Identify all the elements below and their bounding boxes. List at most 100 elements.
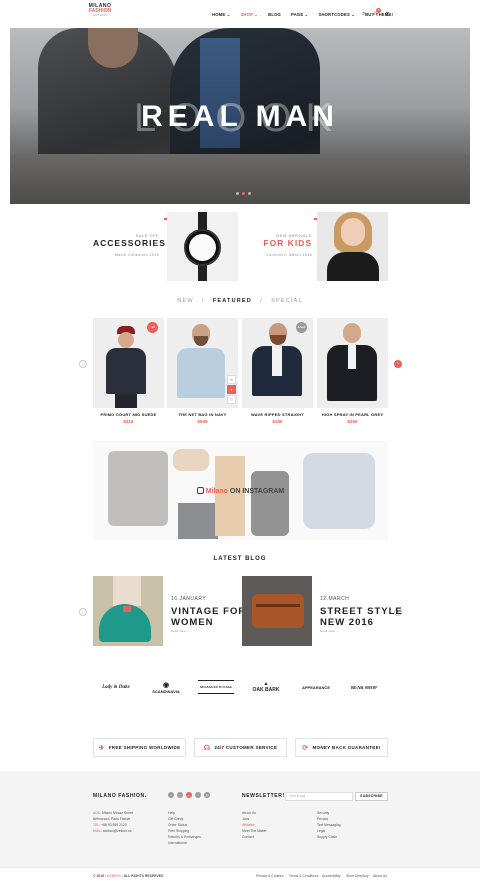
- brand-logo[interactable]: MI CASA ES TU CASA: [198, 680, 234, 694]
- blog-post-title-line: STREET STYLE: [320, 606, 403, 617]
- bottom-link[interactable]: About Us: [373, 874, 387, 878]
- product-name[interactable]: THE NET BAG IN NAVY: [167, 412, 238, 417]
- instagram-brand: Milano: [205, 488, 228, 495]
- product-name[interactable]: WAVE RIPPED STRAIGHT: [242, 412, 313, 417]
- instagram-label[interactable]: Milano ON INSTAGRAM: [93, 487, 388, 495]
- pinterest-icon[interactable]: p: [186, 792, 192, 798]
- slider-dot[interactable]: [248, 192, 251, 195]
- slider-dot-active[interactable]: [242, 192, 245, 195]
- tab-featured[interactable]: FEATURED: [213, 298, 252, 304]
- site-logo[interactable]: MILANO FASHION ·EST 2015·: [82, 4, 118, 17]
- brand-logo[interactable]: Lady & Duke: [97, 676, 135, 698]
- product-image[interactable]: [317, 318, 388, 408]
- copyright-brand[interactable]: LEOBEEX: [105, 874, 121, 878]
- money-icon: ⟳: [302, 744, 309, 752]
- cart-icon[interactable]: ⌂ 0: [373, 8, 381, 18]
- nav-shop[interactable]: SHOP ⌄: [240, 12, 258, 17]
- footer-link[interactable]: Supply Chain: [317, 834, 341, 840]
- brand-logo[interactable]: ▲ OAK BARK: [244, 676, 288, 698]
- product-sale-badge: SALE: [296, 322, 307, 333]
- add-to-cart-icon[interactable]: ⌂: [227, 375, 236, 384]
- feature-label: FREE SHIPPING WORLDWIDE: [108, 745, 181, 750]
- blog-post-title-line: NEW 2016: [320, 617, 374, 628]
- wishlist-icon[interactable]: ♡: [227, 395, 236, 404]
- promo-title: ACCESSORIES: [93, 238, 166, 248]
- nav-shortcodes[interactable]: SHORTCODES ⌄: [318, 12, 355, 17]
- bottom-link[interactable]: Store Directory: [346, 874, 369, 878]
- feature-guarantee[interactable]: ⟳ MONEY BACK GUARANTEE!: [295, 738, 388, 757]
- feature-shipping[interactable]: ✈ FREE SHIPPING WORLDWIDE: [93, 738, 186, 757]
- footer-brand: MILANO FASHION.: [93, 793, 147, 799]
- brand-logo[interactable]: APPEARANCE: [296, 676, 336, 698]
- newsletter-email-input[interactable]: Your Email: [285, 792, 353, 801]
- twitter-icon[interactable]: t: [168, 792, 174, 798]
- hero-ground: [10, 154, 470, 204]
- bottom-link[interactable]: Privacy & Cookies: [256, 874, 284, 878]
- nav-home[interactable]: HOME ⌄: [212, 12, 230, 17]
- quick-view-icon[interactable]: ⌕: [227, 385, 236, 394]
- hero-banner[interactable]: LOOOK REAL MAN: [10, 28, 470, 204]
- product-model-beard: [270, 335, 286, 345]
- latest-blog-title: LATEST BLOG: [213, 556, 267, 562]
- blog-post-title[interactable]: VINTAGE FOR WOMEN: [171, 606, 246, 628]
- instagram-icon: [196, 487, 204, 494]
- promo-kid-image[interactable]: [317, 212, 388, 281]
- promo-accessories[interactable]: SALE OFF ACCESSORIES Watch Collection 20…: [93, 233, 166, 257]
- promo-caption: Watch Collection 2016: [114, 253, 159, 257]
- product-jacket: [106, 348, 146, 394]
- footer-phone-number: +66 93 555 2123: [101, 823, 127, 827]
- subscribe-button[interactable]: SUBSCRIBE: [355, 792, 388, 801]
- promo-kids[interactable]: NEW ARRIVALS FOR KIDS Collection: March …: [246, 233, 312, 257]
- tab-separator: /: [260, 298, 263, 304]
- facebook-icon[interactable]: f: [177, 792, 183, 798]
- blog-post-meta[interactable]: Read more →: [171, 629, 190, 633]
- promo-watch-image[interactable]: [167, 212, 238, 281]
- footer-mail: MAIL: contact@zeikon.us: [93, 828, 133, 834]
- blog-bag: [252, 594, 304, 628]
- newsletter-title: NEWSLETTER!: [242, 793, 285, 799]
- blog-post-title[interactable]: STREET STYLE NEW 2016: [320, 606, 403, 628]
- product-model-face: [118, 332, 134, 348]
- product-image[interactable]: ⌂ ⌕ ♡: [167, 318, 238, 408]
- products-prev-arrow[interactable]: ‹: [79, 360, 87, 368]
- nav-page[interactable]: PAGE ⌄: [291, 12, 308, 17]
- blog-post-image[interactable]: [93, 576, 163, 646]
- brand-logo-text: SCANDINAVIA: [152, 688, 180, 694]
- feature-support[interactable]: ☊ 24/7 CUSTOMER SERVICE: [194, 738, 287, 757]
- footer-link[interactable]: Contact: [242, 834, 267, 840]
- feature-label: MONEY BACK GUARANTEE!: [312, 745, 381, 750]
- product-shirt: [348, 345, 356, 369]
- copyright: © 2015 LEOBEEX · ALL RIGHTS RESERVED: [93, 874, 163, 878]
- footer-link[interactable]: International: [168, 840, 201, 846]
- brand-logo[interactable]: BEAR SHOP: [346, 676, 382, 698]
- slider-dot[interactable]: [236, 192, 239, 195]
- product-image[interactable]: SALE: [242, 318, 313, 408]
- settings-icon[interactable]: ⚙: [385, 11, 390, 18]
- promo-title: FOR KIDS: [263, 238, 312, 248]
- blog-post-date: 12.MARCH: [320, 596, 350, 602]
- instagram-banner[interactable]: Milano ON INSTAGRAM: [93, 441, 388, 540]
- brand-logo-text: OAK BARK: [252, 687, 280, 693]
- blog-post-image[interactable]: [242, 576, 312, 646]
- blog-prev-arrow[interactable]: ‹: [79, 608, 87, 616]
- products-next-arrow[interactable]: ›: [394, 360, 402, 368]
- product-model-beard: [194, 336, 208, 346]
- product-model-face: [343, 323, 361, 343]
- product-name[interactable]: PRIMO COURT MID SUEDE: [93, 412, 164, 417]
- brand-logo[interactable]: ◉ SCANDINAVIA: [144, 676, 188, 698]
- bottom-link[interactable]: Accessibility: [322, 874, 340, 878]
- product-name[interactable]: HIGH SPRAY IN PEARL GREY: [317, 412, 388, 417]
- hero-slider-dots: [236, 192, 251, 195]
- product-image[interactable]: -10: [93, 318, 164, 408]
- bottom-link[interactable]: Terms & Conditions: [289, 874, 318, 878]
- cart-count-badge: 0: [376, 8, 381, 13]
- search-icon[interactable]: ⌕: [362, 11, 365, 18]
- blog-post-meta[interactable]: Read more →: [320, 629, 339, 633]
- nav-blog[interactable]: BLOG: [268, 12, 281, 17]
- footer-mail-address[interactable]: contact@zeikon.us: [103, 829, 132, 833]
- tab-new[interactable]: NEW: [177, 298, 193, 304]
- footer-address-label: ADD:: [93, 811, 102, 815]
- tumblr-icon[interactable]: t: [195, 792, 201, 798]
- dribbble-icon[interactable]: ◎: [204, 792, 210, 798]
- tab-special[interactable]: SPECIAL: [271, 298, 303, 304]
